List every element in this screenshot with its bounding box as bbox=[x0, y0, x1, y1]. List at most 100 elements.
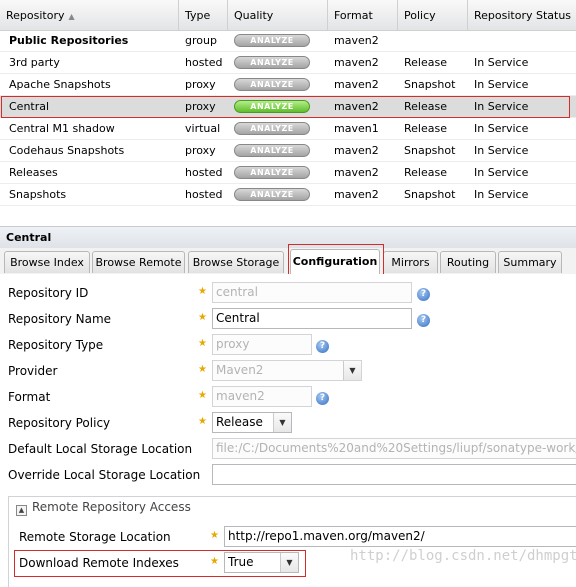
repository-name-field[interactable]: Central bbox=[212, 308, 412, 329]
repository-format: maven2 bbox=[334, 56, 379, 69]
star-icon: ★ bbox=[198, 338, 207, 349]
tab-browse-index[interactable]: Browse Index bbox=[4, 251, 90, 273]
analyze-button[interactable]: ANALYZE bbox=[234, 34, 310, 47]
column-header-repository[interactable]: Repository ▲ bbox=[0, 0, 179, 30]
analyze-button[interactable]: ANALYZE bbox=[234, 144, 310, 157]
star-icon: ★ bbox=[198, 286, 207, 297]
repository-status: In Service bbox=[474, 100, 529, 113]
tab-summary[interactable]: Summary bbox=[498, 251, 562, 273]
format-field[interactable]: maven2 bbox=[212, 386, 312, 407]
table-row[interactable]: Central M1 shadow virtual ANALYZE maven1… bbox=[0, 118, 576, 140]
help-icon[interactable]: ? bbox=[316, 392, 329, 405]
repository-type-field[interactable]: proxy bbox=[212, 334, 312, 355]
table-row[interactable]: Codehaus Snapshots proxy ANALYZE maven2 … bbox=[0, 140, 576, 162]
repository-type: group bbox=[185, 34, 217, 47]
repository-type: proxy bbox=[185, 100, 216, 113]
repository-status: In Service bbox=[474, 78, 529, 91]
repository-policy: Snapshot bbox=[404, 78, 456, 91]
column-label: Repository bbox=[6, 9, 65, 22]
repository-policy-value: Release bbox=[216, 415, 263, 429]
star-icon: ★ bbox=[198, 390, 207, 401]
repository-policy-select[interactable]: Release ▼ bbox=[212, 412, 292, 433]
chevron-down-icon[interactable]: ▼ bbox=[280, 553, 298, 572]
repository-format: maven1 bbox=[334, 122, 379, 135]
tab-routing[interactable]: Routing bbox=[440, 251, 496, 273]
repository-id-field[interactable]: central bbox=[212, 282, 412, 303]
repository-name: Codehaus Snapshots bbox=[9, 144, 125, 157]
default-storage-field[interactable]: file:/C:/Documents%20and%20Settings/liup… bbox=[212, 438, 576, 459]
remote-storage-field[interactable]: http://repo1.maven.org/maven2/ bbox=[224, 526, 576, 547]
repository-policy-label: Repository Policy bbox=[8, 416, 111, 430]
table-row[interactable]: Releases hosted ANALYZE maven2 Release I… bbox=[0, 162, 576, 184]
download-indexes-select[interactable]: True ▼ bbox=[224, 552, 299, 573]
panel-title: Central bbox=[0, 226, 576, 248]
column-header-format[interactable]: Format bbox=[328, 0, 398, 30]
analyze-button[interactable]: ANALYZE bbox=[234, 56, 310, 69]
override-storage-field[interactable] bbox=[212, 464, 576, 485]
download-indexes-value: True bbox=[228, 555, 254, 569]
tab-strip: Browse Index Browse Remote Browse Storag… bbox=[0, 248, 576, 275]
repository-type-label: Repository Type bbox=[8, 338, 104, 352]
repository-name: Releases bbox=[9, 166, 58, 179]
repository-type: hosted bbox=[185, 166, 223, 179]
tab-browse-storage[interactable]: Browse Storage bbox=[188, 251, 284, 273]
repository-type: proxy bbox=[185, 144, 216, 157]
repository-status: In Service bbox=[474, 188, 529, 201]
repository-format: maven2 bbox=[334, 34, 379, 47]
remote-access-legend-label: Remote Repository Access bbox=[32, 500, 191, 514]
provider-select[interactable]: Maven2 ▼ bbox=[212, 360, 362, 381]
tab-mirrors[interactable]: Mirrors bbox=[383, 251, 438, 273]
repository-name: 3rd party bbox=[9, 56, 60, 69]
analyze-button[interactable]: ANALYZE bbox=[234, 78, 310, 91]
table-row[interactable]: 3rd party hosted ANALYZE maven2 Release … bbox=[0, 52, 576, 74]
star-icon: ★ bbox=[198, 364, 207, 375]
tab-configuration[interactable]: Configuration bbox=[290, 249, 380, 275]
repository-name: Public Repositories bbox=[9, 34, 129, 47]
column-label: Format bbox=[334, 9, 373, 22]
repository-status bbox=[468, 30, 576, 52]
repository-name: Apache Snapshots bbox=[9, 78, 111, 91]
repository-name: Central M1 shadow bbox=[9, 122, 115, 135]
table-row[interactable]: Apache Snapshots proxy ANALYZE maven2 Sn… bbox=[0, 74, 576, 96]
provider-label: Provider bbox=[8, 364, 58, 378]
repository-format: maven2 bbox=[334, 100, 379, 113]
repository-status: In Service bbox=[474, 144, 529, 157]
chevron-down-icon[interactable]: ▼ bbox=[273, 413, 291, 432]
default-storage-label: Default Local Storage Location bbox=[8, 442, 193, 456]
analyze-button[interactable]: ANALYZE bbox=[234, 122, 310, 135]
configuration-form: Repository ID ★ central ? Repository Nam… bbox=[0, 274, 576, 587]
column-header-status[interactable]: Repository Status bbox=[468, 0, 576, 30]
repository-type: proxy bbox=[185, 78, 216, 91]
collapse-icon[interactable]: ▲ bbox=[16, 505, 27, 516]
repository-type: hosted bbox=[185, 188, 223, 201]
analyze-button[interactable]: ANALYZE bbox=[234, 188, 310, 201]
column-header-policy[interactable]: Policy bbox=[398, 0, 468, 30]
repository-name-label: Repository Name bbox=[8, 312, 112, 326]
repository-status: In Service bbox=[474, 122, 529, 135]
table-row-selected[interactable]: Central proxy ANALYZE maven2 Release In … bbox=[0, 96, 576, 118]
provider-value: Maven2 bbox=[216, 363, 264, 377]
help-icon[interactable]: ? bbox=[316, 340, 329, 353]
table-row[interactable]: Snapshots hosted ANALYZE maven2 Snapshot… bbox=[0, 184, 576, 206]
analyze-button[interactable]: ANALYZE bbox=[234, 166, 310, 179]
repository-format: maven2 bbox=[334, 78, 379, 91]
repository-format: maven2 bbox=[334, 188, 379, 201]
remote-storage-label: Remote Storage Location bbox=[19, 530, 171, 544]
chevron-down-icon[interactable]: ▼ bbox=[343, 361, 361, 380]
remote-access-legend[interactable]: ▲ Remote Repository Access bbox=[12, 500, 195, 516]
repository-type: virtual bbox=[185, 122, 221, 135]
tab-browse-remote[interactable]: Browse Remote bbox=[92, 251, 185, 273]
repository-policy: Snapshot bbox=[404, 188, 456, 201]
column-header-quality[interactable]: Quality bbox=[228, 0, 328, 30]
column-header-type[interactable]: Type bbox=[179, 0, 228, 30]
repository-name: Central bbox=[9, 100, 50, 113]
repository-policy: Release bbox=[404, 56, 447, 69]
repository-status: In Service bbox=[474, 166, 529, 179]
help-icon[interactable]: ? bbox=[417, 314, 430, 327]
column-label: Type bbox=[185, 9, 211, 22]
repository-policy: Release bbox=[404, 100, 447, 113]
help-icon[interactable]: ? bbox=[417, 288, 430, 301]
table-row[interactable]: Public Repositories group ANALYZE maven2 bbox=[0, 30, 576, 52]
download-indexes-label: Download Remote Indexes bbox=[19, 556, 179, 570]
analyze-button[interactable]: ANALYZE bbox=[234, 100, 310, 113]
